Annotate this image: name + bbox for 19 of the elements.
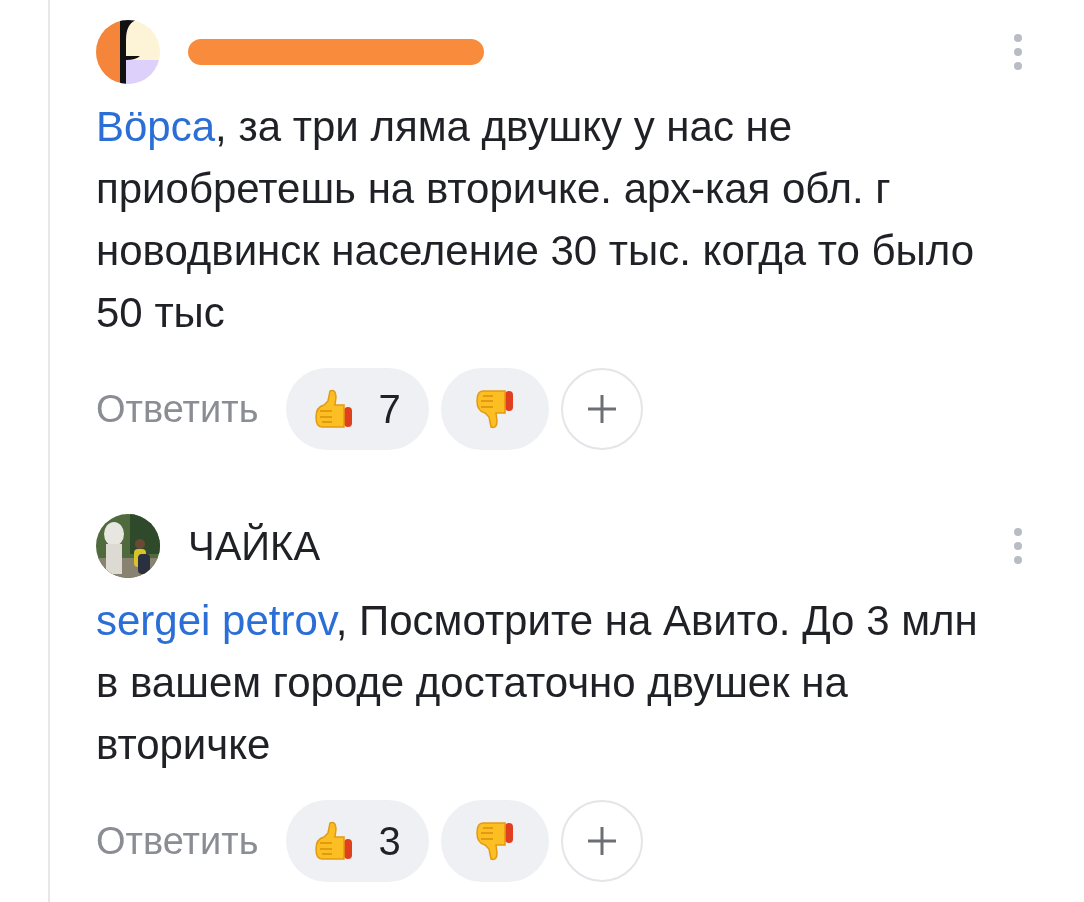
- add-reaction-button[interactable]: [560, 800, 643, 882]
- author-name: ЧАЙКА: [188, 522, 321, 570]
- add-reaction-button[interactable]: [560, 368, 643, 450]
- plus-icon: [585, 393, 618, 425]
- reply-button[interactable]: Ответить: [96, 380, 259, 438]
- thumbs-down-icon: [474, 819, 515, 863]
- thumbs-up-icon: [314, 819, 355, 863]
- reply-to-link[interactable]: Вöрса: [96, 103, 216, 150]
- thumbs-down-icon: [474, 387, 515, 431]
- like-button[interactable]: 7: [286, 368, 429, 450]
- more-icon[interactable]: [1012, 32, 1024, 72]
- more-icon[interactable]: [1012, 526, 1024, 566]
- comment-text: sergei petrov, Посмотрите на Авито. До 3 млн в вашем городе достаточно двушек на вторичке: [96, 596, 979, 770]
- reply-to-link[interactable]: sergei petrov: [96, 597, 336, 644]
- like-button[interactable]: 3: [286, 800, 429, 882]
- reply-button[interactable]: Ответить: [96, 812, 259, 870]
- plus-icon: [585, 825, 618, 857]
- comment-text: Вöрса, за три ляма двушку у нас не приобретешь на вторичке. арх-кая обл. г новодвинск население 30 тыс. когда то было 50 тыс: [96, 102, 976, 338]
- thumbs-up-icon: [314, 387, 355, 431]
